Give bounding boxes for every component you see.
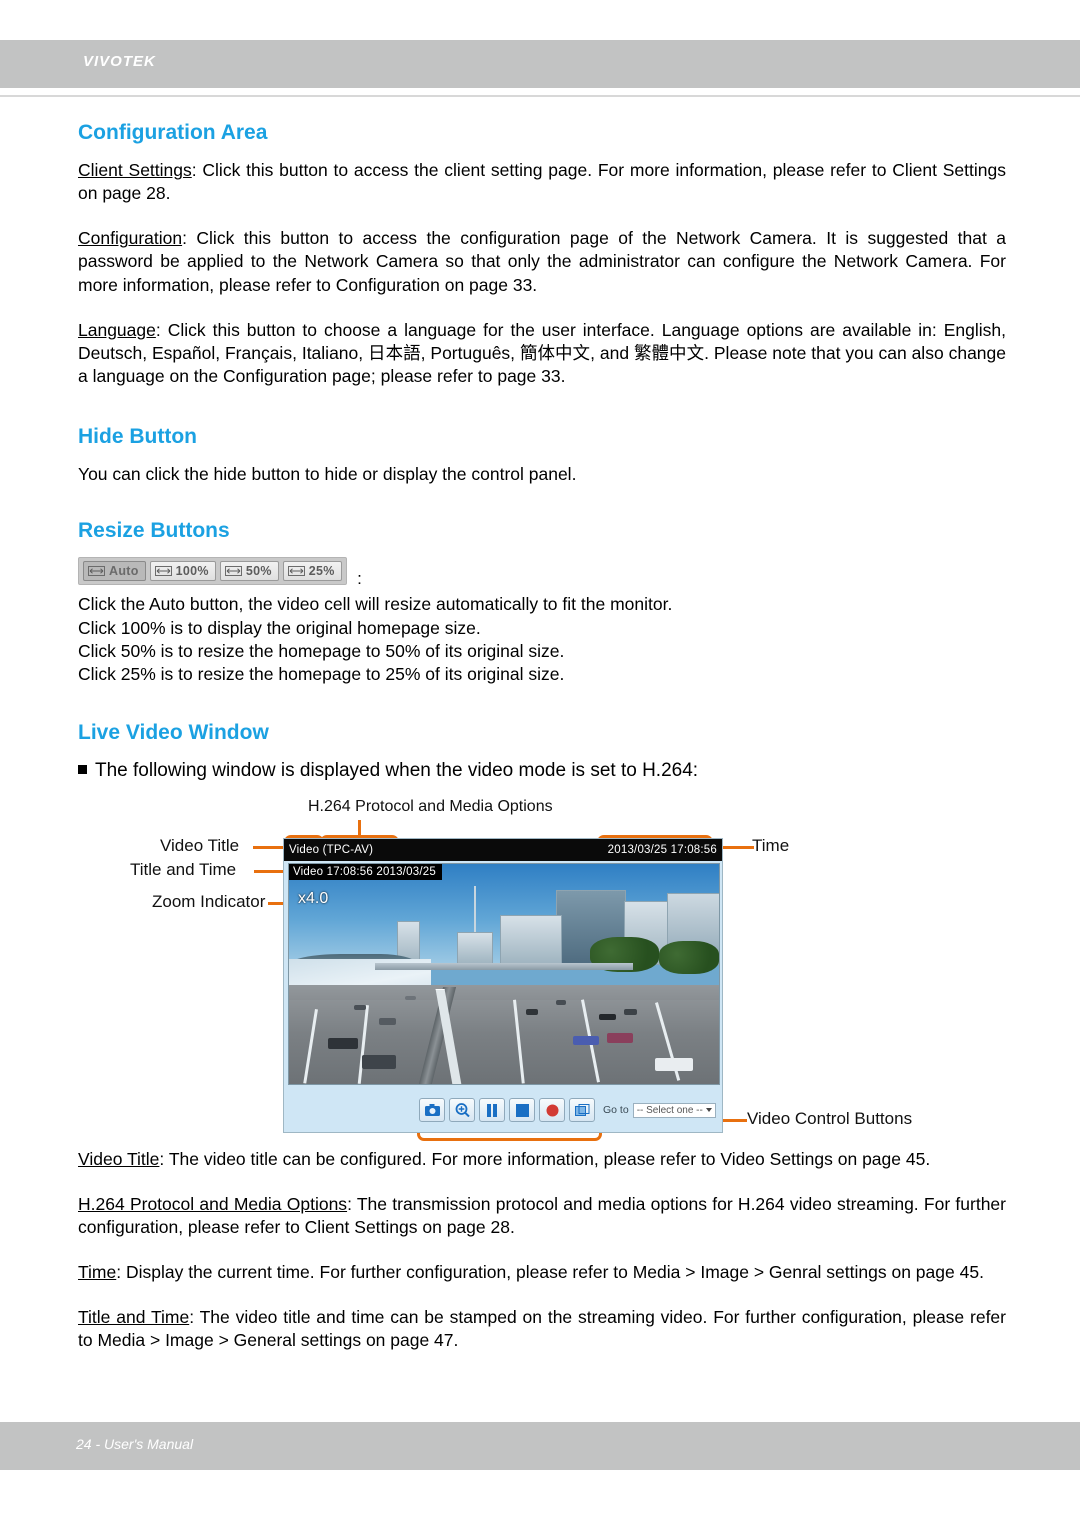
text-video-title: : The video title can be configured. For… (159, 1149, 931, 1169)
callout-video-title: Video Title (160, 836, 240, 855)
resize-25-button[interactable]: 25% (282, 561, 342, 582)
paragraph-client-settings: Client Settings: Click this button to ac… (78, 159, 1006, 205)
video-stage[interactable]: Video 17:08:56 2013/03/25 x4.0 (288, 863, 720, 1085)
resize-arrows-icon (154, 566, 172, 577)
paragraph-h264-protocol: H.264 Protocol and Media Options: The tr… (78, 1193, 1006, 1239)
resize-line-100: Click 100% is to display the original ho… (78, 617, 481, 638)
text-client-settings: : Click this button to access the client… (78, 160, 1006, 204)
digital-zoom-button[interactable] (449, 1098, 475, 1122)
callout-line-title-and-time (254, 870, 286, 873)
goto-select[interactable]: -- Select one -- (632, 1102, 716, 1118)
term-language: Language (78, 319, 156, 340)
page-header-bar: VIVOTEK (0, 40, 1080, 88)
player-title-bar: Video (TPC-AV) 2013/03/25 17:08:56 (284, 839, 722, 861)
stop-icon (515, 1103, 529, 1117)
page-bottom-paragraphs: Video Title: The video title can be conf… (78, 1148, 1006, 1353)
paragraph-language: Language: Click this button to choose a … (78, 319, 1006, 388)
bullet-h264-mode: The following window is displayed when t… (78, 759, 1006, 784)
text-language: : Click this button to choose a language… (78, 319, 1006, 386)
goto-control[interactable]: Go to -- Select one -- (603, 1102, 716, 1118)
player-title-text: Video (TPC-AV) (289, 844, 374, 856)
page-content: Configuration Area Client Settings: Clic… (78, 120, 1006, 784)
resize-50-label: 50% (245, 564, 272, 579)
resize-line-auto: Click the Auto button, the video cell wi… (78, 594, 673, 615)
footer-page-label: 24 - User's Manual (76, 1436, 194, 1452)
resize-arrows-icon (224, 566, 242, 577)
brand-logo-text: VIVOTEK (83, 53, 156, 70)
record-button[interactable] (539, 1098, 565, 1122)
callout-line-video-title (253, 846, 286, 849)
text-time: : Display the current time. For further … (116, 1262, 984, 1283)
callout-video-control-buttons: Video Control Buttons (747, 1109, 913, 1128)
paragraph-title-and-time: Title and Time: The video title and time… (78, 1306, 1006, 1352)
snapshot-button[interactable] (419, 1098, 445, 1122)
term-title-and-time: Title and Time (78, 1307, 190, 1328)
pause-button[interactable] (479, 1098, 505, 1122)
fullscreen-icon (574, 1103, 589, 1116)
resize-25-label: 25% (308, 564, 335, 579)
resize-toolbar-figure: Auto 100% 50% 25% : (78, 557, 1006, 588)
goto-label: Go to (603, 1104, 629, 1116)
player-time-text: 2013/03/25 17:08:56 (607, 844, 717, 856)
resize-100-label: 100% (175, 564, 209, 579)
callout-h264-protocol: H.264 Protocol and Media Options (308, 798, 553, 815)
term-video-title: Video Title (78, 1149, 160, 1169)
heading-configuration-area: Configuration Area (78, 121, 268, 144)
video-control-buttons-group (419, 1098, 595, 1122)
chevron-down-icon (705, 1108, 712, 1112)
text-configuration: : Click this button to access the config… (78, 228, 1006, 295)
resize-arrows-icon (88, 566, 105, 577)
term-time: Time (78, 1262, 117, 1283)
resize-line-50: Click 50% is to resize the homepage to 5… (78, 640, 565, 661)
paragraph-video-title: Video Title: The video title can be conf… (78, 1148, 1006, 1171)
resize-arrows-icon (287, 566, 305, 577)
live-video-window-figure: H.264 Protocol and Media Options Video T… (0, 798, 1080, 1143)
heading-live-video-window: Live Video Window (78, 720, 269, 744)
heading-hide-button: Hide Button (78, 424, 197, 448)
pause-icon (487, 1103, 497, 1117)
resize-toolbar[interactable]: Auto 100% 50% 25% (78, 557, 347, 586)
text-title-and-time: : The video title and time can be stampe… (78, 1307, 1006, 1351)
record-icon (546, 1104, 558, 1116)
snapshot-icon (424, 1104, 440, 1116)
header-divider (0, 95, 1080, 97)
term-configuration: Configuration (78, 228, 183, 249)
resize-auto-button[interactable]: Auto (83, 561, 146, 582)
fullscreen-button[interactable] (569, 1098, 595, 1122)
callout-title-and-time: Title and Time (130, 860, 237, 879)
goto-select-value: -- Select one -- (636, 1104, 703, 1116)
paragraph-time: Time: Display the current time. For furt… (78, 1261, 1006, 1284)
bullet-h264-mode-text: The following window is displayed when t… (95, 759, 699, 781)
video-scene-image (289, 864, 719, 1084)
page-footer-bar: 24 - User's Manual (0, 1422, 1080, 1470)
callout-zoom-indicator: Zoom Indicator (152, 892, 266, 911)
bullet-square-icon (78, 764, 87, 774)
digital-zoom-icon (455, 1103, 470, 1117)
resize-50-button[interactable]: 50% (219, 561, 279, 582)
player-control-bar: Go to -- Select one -- (284, 1088, 722, 1132)
live-video-player-window: Video (TPC-AV) 2013/03/25 17:08:56 Video… (283, 838, 723, 1133)
resize-toolbar-colon: : (357, 569, 362, 589)
resize-100-button[interactable]: 100% (149, 561, 216, 582)
callout-time: Time (752, 836, 790, 855)
resize-line-25: Click 25% is to resize the homepage to 2… (78, 663, 565, 684)
term-h264-protocol: H.264 Protocol and Media Options (78, 1194, 348, 1215)
paragraph-configuration: Configuration: Click this button to acce… (78, 227, 1006, 296)
osd-title-and-time: Video 17:08:56 2013/03/25 (289, 864, 442, 880)
resize-auto-label: Auto (109, 564, 139, 579)
heading-resize-buttons: Resize Buttons (78, 519, 230, 543)
term-client-settings: Client Settings (78, 160, 192, 181)
stop-button[interactable] (509, 1098, 535, 1122)
osd-zoom-indicator: x4.0 (298, 890, 329, 907)
paragraph-hide-button: You can click the hide button to hide or… (78, 464, 577, 485)
